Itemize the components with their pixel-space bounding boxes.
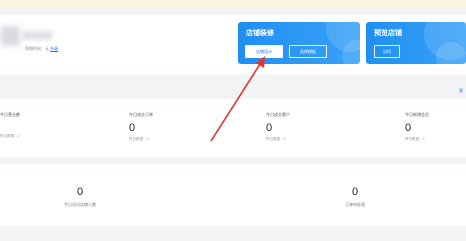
annotation-arrow: [210, 56, 265, 142]
arrow-shaft: [210, 60, 263, 142]
arrow-head: [256, 56, 265, 68]
